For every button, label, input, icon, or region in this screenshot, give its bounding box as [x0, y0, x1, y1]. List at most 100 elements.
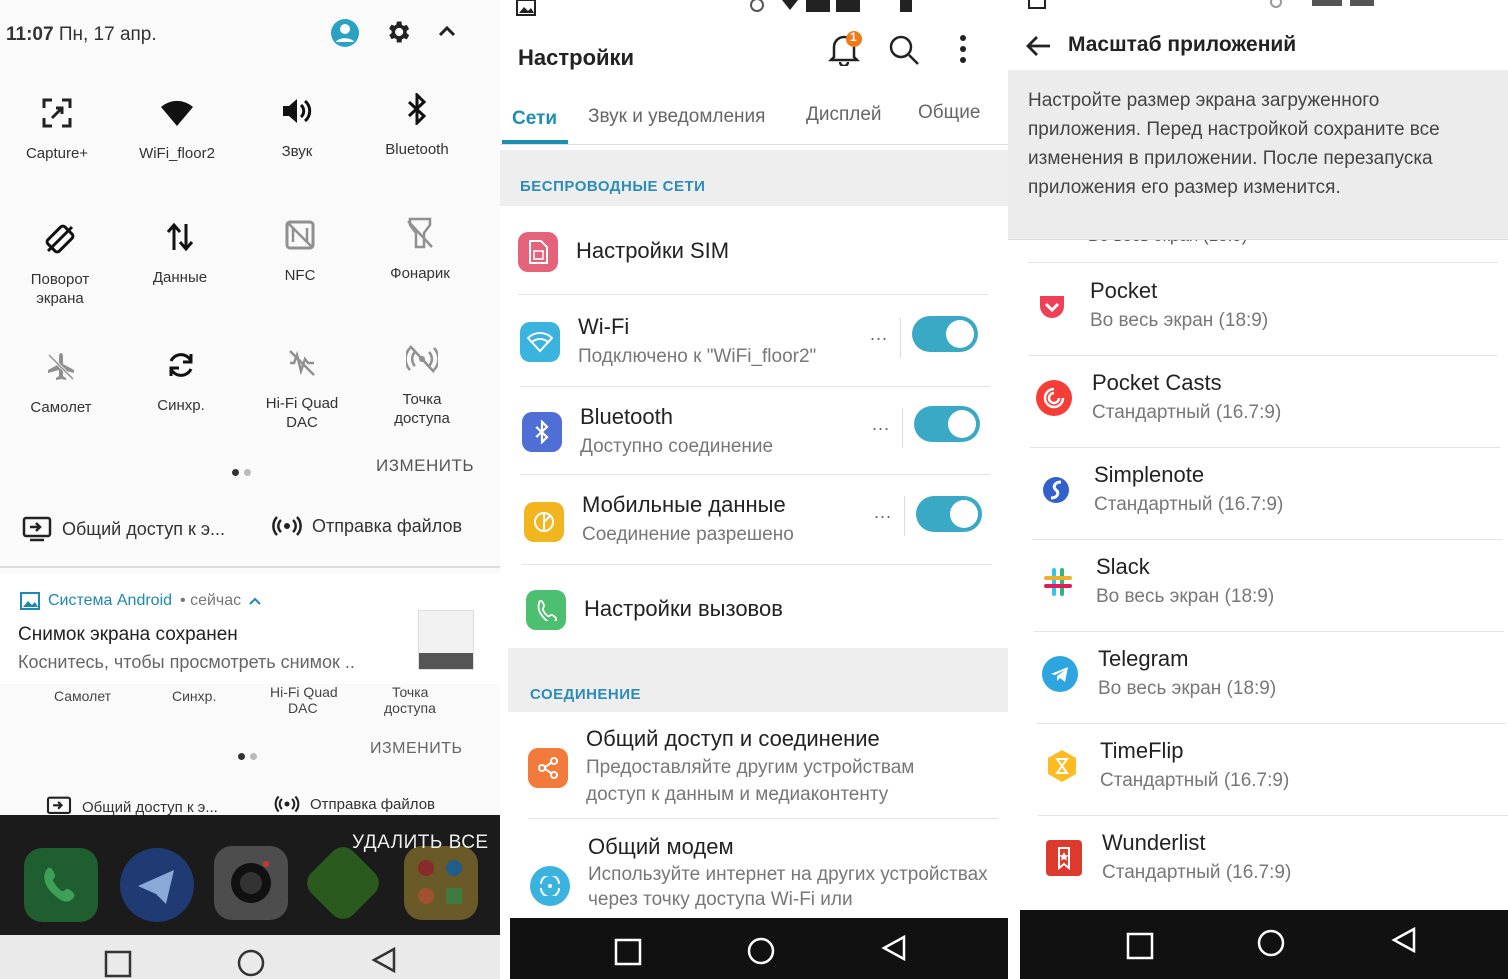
- settings-item-tethering[interactable]: Общий модем Используйте интернет на друг…: [500, 822, 1008, 918]
- item-subtitle: Используйте интернет на других устройств…: [588, 864, 988, 910]
- search-icon[interactable]: [888, 34, 920, 66]
- wifi-toggle[interactable]: [912, 316, 978, 352]
- wunderlist-icon: [1046, 840, 1082, 876]
- back-button-icon[interactable]: [370, 946, 398, 974]
- tile-flashlight[interactable]: Фонарик: [360, 210, 480, 283]
- home-button-icon[interactable]: [236, 948, 266, 978]
- tile-bluetooth[interactable]: Bluetooth: [357, 86, 477, 159]
- tile-hifi-dac[interactable]: Hi-Fi Quad DAC: [242, 340, 362, 432]
- settings-item-sharing[interactable]: Общий доступ и соединение Предоставляйте…: [500, 716, 1008, 816]
- settings-item-mobile-data[interactable]: Мобильные данные Соединение разрешено ..…: [500, 478, 1008, 562]
- bluetooth-icon: [522, 412, 562, 452]
- settings-item-bluetooth[interactable]: Bluetooth Доступно соединение ...: [500, 390, 1008, 474]
- app-row-simplenote[interactable]: Simplenote Стандартный (16.7:9): [1032, 448, 1502, 540]
- tile-label: Синхр.: [157, 397, 205, 414]
- recents-button-icon[interactable]: [1126, 932, 1154, 960]
- tab-networks[interactable]: Сети: [512, 108, 557, 130]
- app-mode: Во весь экран (18:9): [1096, 586, 1275, 607]
- settings-gear-icon[interactable]: [384, 18, 412, 46]
- ghost-page-indicator: [238, 747, 262, 765]
- app-row-timeflip[interactable]: TimeFlip Стандартный (16.7:9): [1038, 724, 1508, 816]
- tile-label: Bluetooth: [385, 141, 449, 158]
- mobile-data-toggle[interactable]: [916, 496, 982, 532]
- vertical-divider: [900, 318, 901, 358]
- app-scaling-panel: Масштаб приложений Во весь экран (18:9) …: [1008, 0, 1508, 979]
- phone-app-icon[interactable]: [24, 848, 98, 922]
- notification-card[interactable]: Система Android • сейчас Снимок экрана с…: [0, 574, 500, 684]
- item-title: Общий модем: [588, 834, 734, 859]
- notification-title: Снимок экрана сохранен: [18, 624, 238, 645]
- tile-airplane[interactable]: Самолет: [1, 344, 121, 417]
- back-button-icon[interactable]: [1390, 926, 1418, 954]
- tile-data[interactable]: Данные: [120, 214, 240, 287]
- app-name: Pocket Casts: [1092, 370, 1222, 395]
- status-bar-icons: [1258, 0, 1458, 8]
- more-options-button[interactable]: ...: [870, 324, 888, 345]
- more-options-button[interactable]: ...: [874, 502, 892, 523]
- tab-general[interactable]: Общие: [918, 102, 980, 124]
- app-row-telegram[interactable]: Telegram Во весь экран (18:9): [1036, 632, 1506, 724]
- tile-hotspot[interactable]: Точка доступа: [362, 336, 482, 428]
- home-button-icon[interactable]: [1256, 928, 1286, 958]
- tile-sync[interactable]: Синхр.: [121, 342, 241, 415]
- tile-rotate[interactable]: Поворот экрана: [0, 216, 120, 308]
- notifications-bell-icon[interactable]: 1: [826, 30, 862, 66]
- app-row-pocket[interactable]: Pocket Во весь экран (18:9): [1028, 264, 1498, 356]
- edit-button[interactable]: ИЗМЕНИТЬ: [376, 456, 474, 476]
- app-row-pocket-casts[interactable]: Pocket Casts Стандартный (16.7:9): [1030, 356, 1500, 448]
- app-folder-icon[interactable]: [404, 846, 478, 920]
- ghost-edit-label: ИЗМЕНИТЬ: [370, 740, 463, 757]
- page-indicator: [232, 463, 256, 481]
- airplane-icon: [1, 344, 121, 390]
- tab-sound-notifications[interactable]: Звук и уведомления: [588, 106, 765, 128]
- telegram-app-icon[interactable]: [120, 848, 194, 922]
- app-mode: Стандартный (16.7:9): [1102, 862, 1292, 883]
- item-title: Общий доступ и соединение: [586, 726, 880, 751]
- simplenote-icon: [1038, 472, 1074, 508]
- notification-badge: 1: [850, 30, 857, 44]
- send-files-button[interactable]: Отправка файлов: [272, 514, 462, 538]
- tile-capture[interactable]: Capture+: [0, 90, 117, 163]
- item-subtitle: Предоставляйте другим устройствам доступ…: [586, 757, 915, 805]
- row-divider: [522, 564, 992, 565]
- app-row-wunderlist[interactable]: Wunderlist Стандартный (16.7:9): [1040, 816, 1508, 908]
- home-button-icon[interactable]: [746, 936, 776, 966]
- settings-item-wifi[interactable]: Wi-Fi Подключено к "WiFi_floor2" ...: [500, 300, 1008, 384]
- tile-nfc[interactable]: NFC: [240, 212, 360, 285]
- mobile-data-icon: [524, 502, 564, 542]
- settings-item-calls[interactable]: Настройки вызовов: [500, 568, 1008, 648]
- back-button-icon[interactable]: [880, 934, 908, 962]
- tile-sound[interactable]: Звук: [237, 88, 357, 161]
- recents-button-icon[interactable]: [104, 950, 132, 978]
- screenshot-thumbnail: [418, 610, 474, 670]
- status-bar-icons: [750, 0, 980, 12]
- bluetooth-toggle[interactable]: [914, 406, 980, 442]
- clear-all-button[interactable]: УДАЛИТЬ ВСЕ: [352, 832, 489, 854]
- ghost-label: DAC: [288, 700, 318, 716]
- tile-label: Capture+: [25, 145, 89, 162]
- ghost-send-files-row: Отправка файлов: [274, 794, 435, 814]
- pocket-casts-icon: [1036, 380, 1072, 416]
- ghost-label: Точка: [392, 684, 429, 700]
- tile-label: Поворот экрана: [30, 271, 90, 307]
- back-arrow-icon[interactable]: [1024, 34, 1052, 58]
- collapse-chevron-icon[interactable]: [436, 22, 458, 40]
- telegram-icon: [1042, 656, 1078, 692]
- camera-app-icon[interactable]: [214, 846, 288, 920]
- share-button[interactable]: Общий доступ к э...: [22, 516, 225, 542]
- more-options-button[interactable]: ...: [872, 414, 890, 435]
- settings-item-sim[interactable]: Настройки SIM: [500, 212, 1008, 292]
- recents-button-icon[interactable]: [614, 938, 642, 966]
- user-icon[interactable]: [330, 18, 360, 48]
- chevron-up-icon[interactable]: [249, 596, 261, 606]
- wifi-icon: [117, 90, 237, 136]
- section-label: БЕСПРОВОДНЫЕ СЕТИ: [520, 178, 706, 195]
- capture-icon: [0, 90, 117, 136]
- item-text: Bluetooth Доступно соединение: [580, 404, 773, 458]
- tab-display[interactable]: Дисплей: [806, 104, 882, 126]
- page-title: Настройки: [518, 45, 635, 70]
- image-icon: [20, 592, 40, 610]
- overflow-menu-icon[interactable]: [958, 34, 968, 64]
- app-row-slack[interactable]: Slack Во весь экран (18:9): [1034, 540, 1504, 632]
- tile-wifi[interactable]: WiFi_floor2: [117, 90, 237, 163]
